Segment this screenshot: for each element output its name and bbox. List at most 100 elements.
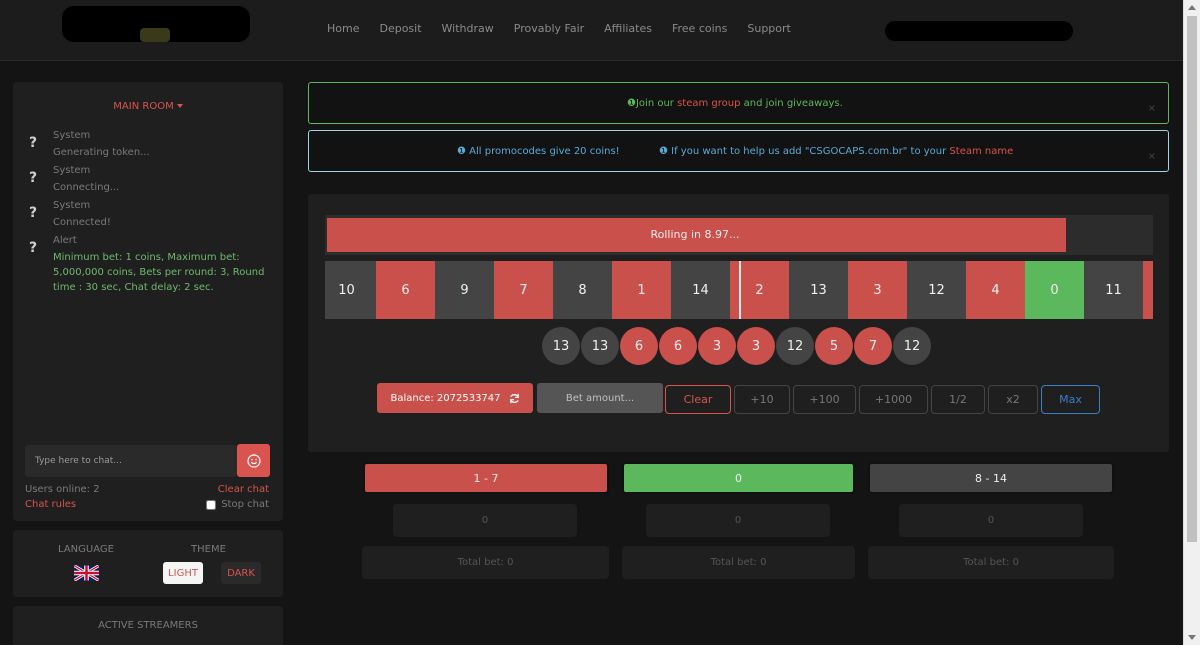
roulette-tile: 7 [494,261,553,319]
promocodes-text: All promocodes give 20 coins! [465,146,620,157]
nav-provably-fair[interactable]: Provably Fair [514,22,584,35]
roll-progress-bar: Rolling in 8.97... [325,215,1153,255]
add-1000-button[interactable]: +1000 [859,385,928,414]
stop-chat-toggle[interactable]: Stop chat [206,499,269,510]
refresh-icon [509,393,519,403]
roulette-tile: 4 [966,261,1025,319]
users-online: Users online: 2 [25,484,100,495]
bet-red-amount: 0 [393,504,577,537]
bet-red-button[interactable]: 1 - 7 [363,462,609,494]
roulette-tile: 8 [553,261,612,319]
message-author: Alert [53,235,77,246]
chat-input-wrapper [25,445,237,477]
message-text: Connecting... [53,182,120,193]
alert-steam-group: ❶Join our steam group and join giveaways… [308,82,1169,124]
info-circle-icon: ❶ [659,146,668,157]
add-10-button[interactable]: +10 [734,385,790,414]
nav-links: Home Deposit Withdraw Provably Fair Affi… [317,22,801,35]
roulette-tile: 6 [376,261,435,319]
alert-steam-group-text: ❶Join our steam group and join giveaways… [627,98,843,109]
bet-amount-input[interactable] [537,383,663,413]
roulette-tile: 10 [325,261,376,319]
message-author: System [53,165,91,176]
clear-bet-button[interactable]: Clear [665,385,731,414]
steam-group-link[interactable]: steam group [677,98,740,109]
history-ball: 12 [893,327,931,365]
stop-chat-checkbox[interactable] [206,499,217,510]
rolling-text: Rolling in 8.97... [650,228,740,241]
nav-affiliates[interactable]: Affiliates [604,22,652,35]
history-ball: 6 [659,327,697,365]
steam-name-pre: If you want to help us add "CSGOCAPS.com… [667,146,950,157]
avatar-icon: ? [29,240,38,256]
steam-name-link[interactable]: Steam name [949,146,1013,157]
nav-withdraw[interactable]: Withdraw [442,22,494,35]
theme-label: THEME [191,544,226,555]
uk-flag-icon[interactable] [74,565,99,581]
roulette-tile: 0 [1025,261,1084,319]
logo-redacted-fragment [140,28,170,42]
roulette-tile: 12 [907,261,966,319]
avatar-icon: ? [29,170,38,186]
user-redacted[interactable] [885,21,1073,41]
bet-green-total: Total bet: 0 [622,546,855,579]
language-label: LANGUAGE [58,544,114,555]
balance-text: Balance: 2072533747 [390,392,501,404]
alert-promocodes-text: ❶ All promocodes give 20 coins! [457,146,620,157]
history-ball: 5 [815,327,853,365]
page-scrollbar[interactable] [1183,0,1200,645]
balance-refresh-button[interactable]: Balance: 2072533747 [377,383,533,413]
theme-light-button[interactable]: LIGHT [163,562,203,584]
add-100-button[interactable]: +100 [793,385,856,414]
history-ball: 3 [737,327,775,365]
theme-dark-button[interactable]: DARK [221,562,261,584]
nav-support[interactable]: Support [747,22,790,35]
bet-red-total: Total bet: 0 [362,546,609,579]
chat-room-selector[interactable]: MAIN ROOM [13,101,283,112]
roulette-strip: 10 6 9 7 8 1 14 2 13 3 12 4 0 11 [325,261,1153,319]
scroll-thumb[interactable] [1187,16,1197,542]
message-author: System [53,200,91,211]
bet-black-total: Total bet: 0 [868,546,1114,579]
max-bet-button[interactable]: Max [1041,385,1100,414]
alert-promo: ❶ All promocodes give 20 coins! ❶ If you… [308,130,1169,172]
message-author: System [53,130,91,141]
roulette-panel: Rolling in 8.97... 10 6 9 7 8 1 14 2 13 3 12 4 0 11 1… [308,194,1169,452]
roulette-tile: 3 [848,261,907,319]
roulette-tile: 11 [1084,261,1143,319]
close-icon[interactable]: × [1148,103,1156,114]
top-navbar: Home Deposit Withdraw Provably Fair Affi… [0,0,1183,61]
smiley-icon [246,453,261,468]
chat-rules-link[interactable]: Chat rules [25,499,76,510]
avatar-icon: ? [29,135,38,151]
stop-chat-label: Stop chat [221,499,269,510]
double-bet-button[interactable]: x2 [988,385,1038,414]
message-text: Connected! [53,217,111,228]
clear-chat-link[interactable]: Clear chat [218,484,269,495]
history-ball: 3 [698,327,736,365]
chat-room-label: MAIN ROOM [113,101,174,112]
nav-home[interactable]: Home [327,22,359,35]
emoji-button[interactable] [237,444,270,477]
nav-free-coins[interactable]: Free coins [672,22,727,35]
nav-deposit[interactable]: Deposit [379,22,421,35]
bet-green-button[interactable]: 0 [622,462,855,494]
message-text: Generating token... [53,147,150,158]
alert-text-pre: Join our [635,98,678,109]
alert-text-post: and join giveaways. [740,98,843,109]
settings-panel: LANGUAGE THEME LIGHT DARK [13,530,283,597]
scroll-up-arrow-icon[interactable] [1188,5,1196,10]
scroll-down-arrow-icon[interactable] [1188,635,1196,640]
history-ball: 13 [581,327,619,365]
info-circle-icon: ❶ [627,98,636,109]
caret-down-icon [176,104,183,108]
message-text: Minimum bet: 1 coins, Maximum bet: 5,000… [53,252,265,293]
bet-black-button[interactable]: 8 - 14 [868,462,1114,494]
history-ball: 7 [854,327,892,365]
chat-input[interactable] [25,445,237,477]
chat-panel: MAIN ROOM ? System Generating token... ?… [13,82,283,521]
history-ball: 13 [542,327,580,365]
history-ball: 6 [620,327,658,365]
half-bet-button[interactable]: 1/2 [931,385,985,414]
close-icon[interactable]: × [1148,151,1156,162]
